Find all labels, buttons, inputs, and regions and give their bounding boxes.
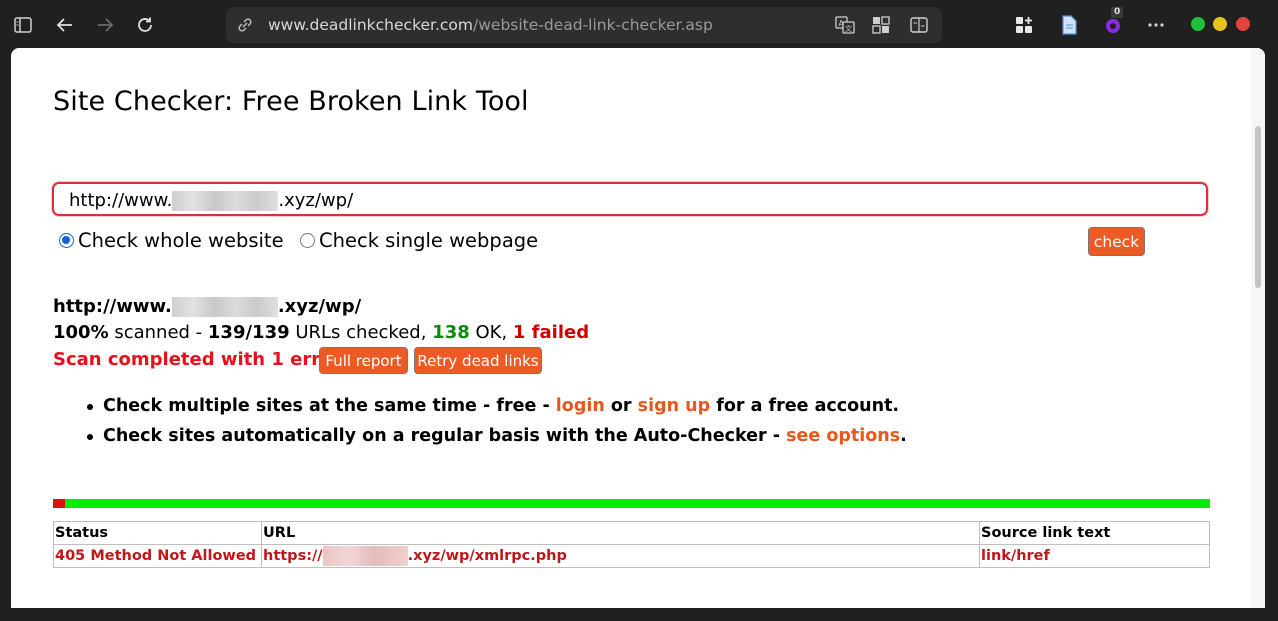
scan-urls-checked: URLs checked, (289, 322, 433, 343)
address-bar[interactable]: www.deadlinkchecker.com/website-dead-lin… (226, 7, 942, 43)
scan-count: 139/139 (207, 322, 290, 343)
url-input[interactable]: http://www. .xyz/wp/ (52, 182, 1208, 216)
row-url-suffix[interactable]: .xyz/wp/xmlrpc.php (408, 548, 567, 564)
sign-up-link[interactable]: sign up (638, 396, 710, 416)
option-whole-website-label[interactable]: Check whole website (78, 229, 284, 252)
minimize-button[interactable] (1191, 17, 1205, 31)
bullet-text: . (900, 426, 907, 446)
scan-ok-count: 138 (432, 322, 470, 343)
redacted-domain (322, 546, 408, 566)
collections-icon[interactable] (1010, 11, 1038, 39)
bullet-text: or (604, 396, 638, 416)
check-button[interactable]: check (1088, 227, 1145, 256)
result-url-suffix: .xyz/wp/ (277, 296, 362, 317)
column-header-source: Source link text (979, 521, 1210, 545)
scrollbar-thumb[interactable] (1255, 126, 1261, 288)
forward-icon[interactable] (91, 11, 119, 39)
page-title: Site Checker: Free Broken Link Tool (53, 86, 529, 117)
see-options-link[interactable]: see options (786, 426, 900, 446)
read-aloud-icon[interactable]: A文 (834, 14, 856, 36)
url-path: /website-dead-link-checker.asp (473, 16, 713, 34)
redacted-domain (171, 296, 278, 317)
url-input-value[interactable]: http://www. .xyz/wp/ (69, 191, 353, 211)
back-icon[interactable] (51, 11, 79, 39)
scan-scanned-word: scanned - (108, 322, 208, 343)
more-icon[interactable] (1142, 11, 1170, 39)
result-url: http://www. .xyz/wp/ (53, 296, 361, 317)
retry-dead-links-button[interactable]: Retry dead links (414, 347, 542, 374)
maximize-button[interactable] (1213, 17, 1227, 31)
bullet-text: Check sites automatically on a regular b… (103, 426, 787, 446)
split-screen-icon[interactable] (908, 14, 930, 36)
extension-badge: 0 (1111, 7, 1124, 18)
result-url-prefix: http://www. (53, 296, 172, 317)
option-single-webpage[interactable]: Check single webpage (300, 229, 538, 252)
radio-whole-website[interactable] (59, 233, 74, 248)
option-whole-website[interactable]: Check whole website (59, 229, 284, 252)
scan-completed-message: Scan completed with 1 error. (53, 349, 346, 370)
scan-summary: 100% scanned - 139/139 URLs checked, 138… (53, 322, 589, 343)
row-source-link-text: link/href (979, 544, 1210, 568)
progress-failed-segment (53, 499, 66, 508)
row-status: 405 Method Not Allowed (53, 544, 262, 568)
address-url[interactable]: www.deadlinkchecker.com/website-dead-lin… (268, 16, 713, 34)
list-item: Check multiple sites at the same time - … (87, 396, 907, 416)
bullet-text: Check multiple sites at the same time - … (103, 396, 556, 416)
sidebar-icon[interactable] (9, 11, 37, 39)
row-url-prefix[interactable]: https:// (263, 548, 323, 564)
column-header-status: Status (53, 521, 262, 545)
browser-toolbar: www.deadlinkchecker.com/website-dead-lin… (0, 0, 1278, 50)
column-header-url: URL (261, 521, 980, 545)
document-icon[interactable] (1055, 11, 1083, 39)
url-input-prefix: http://www. (69, 190, 173, 211)
url-host: www.deadlinkchecker.com (268, 16, 474, 34)
row-url[interactable]: https:// .xyz/wp/xmlrpc.php (261, 544, 980, 568)
svg-text:文: 文 (845, 24, 852, 33)
radio-single-webpage[interactable] (300, 233, 315, 248)
results-table: Status URL Source link text 405 Method N… (53, 521, 1210, 568)
login-link[interactable]: login (556, 396, 605, 416)
full-report-button[interactable]: Full report (319, 347, 408, 374)
bullet-text: for a free account. (710, 396, 900, 416)
scan-ok-word: OK, (469, 322, 513, 343)
url-input-suffix: .xyz/wp/ (278, 190, 354, 211)
scan-failed: 1 failed (512, 322, 590, 343)
scrollbar[interactable] (1251, 48, 1265, 608)
option-single-webpage-label[interactable]: Check single webpage (319, 229, 538, 252)
scan-percent: 100% (53, 322, 109, 343)
page-content: Site Checker: Free Broken Link Tool http… (11, 48, 1251, 608)
table-row: 405 Method Not Allowed https:// .xyz/wp/x… (53, 544, 1210, 568)
site-info-icon[interactable] (236, 16, 254, 34)
list-item: Check sites automatically on a regular b… (87, 426, 907, 446)
apps-icon[interactable] (870, 14, 892, 36)
features-list: Check multiple sites at the same time - … (87, 396, 907, 456)
refresh-icon[interactable] (131, 11, 159, 39)
table-header-row: Status URL Source link text (53, 521, 1210, 545)
page-viewport: Site Checker: Free Broken Link Tool http… (11, 48, 1265, 608)
scan-progress-bar (53, 499, 1210, 508)
close-button[interactable] (1236, 17, 1250, 31)
redacted-domain (172, 191, 279, 211)
